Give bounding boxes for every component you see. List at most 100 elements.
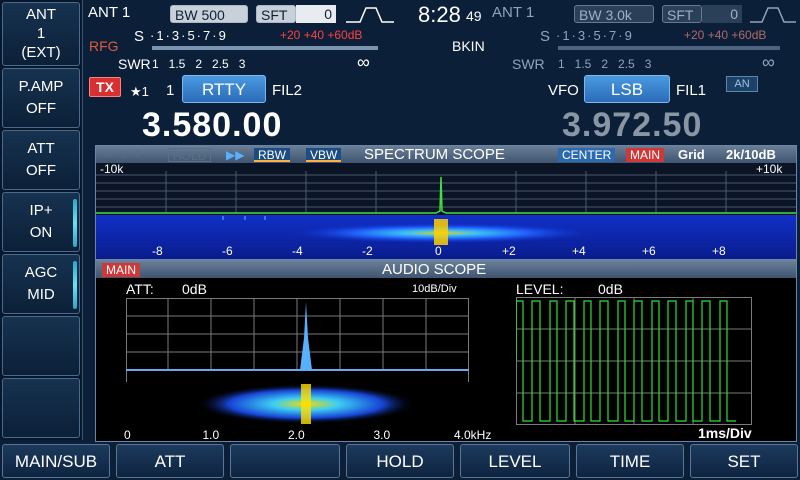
center-mode-indicator: CENTER xyxy=(558,148,616,162)
sub-s-plus-scale: +20 +40 +60dB xyxy=(684,28,767,42)
clock-time: 8:28 xyxy=(418,2,461,27)
sub-swr-infinity: ∞ xyxy=(762,52,775,72)
sub-swr-scale: 1 1.5 2 2.5 3 xyxy=(558,57,652,71)
left-function-panel: ANT 1 (EXT) P.AMP OFF ATT OFF IP+ ON AGC… xyxy=(0,0,83,440)
agc-label: AGC xyxy=(24,264,58,281)
main-sft-value[interactable]: 0 xyxy=(296,5,336,23)
att-side-value: OFF xyxy=(26,162,56,179)
level-label: LEVEL: xyxy=(516,281,564,297)
main-bw-box[interactable]: BW 500 xyxy=(170,5,248,23)
spectrum-tick-label: -8 xyxy=(152,244,163,258)
main-sft-label: SFT xyxy=(256,5,296,23)
hold-button[interactable]: HOLD xyxy=(346,444,454,478)
bw-label: BW xyxy=(579,7,602,23)
pamp-label: P.AMP xyxy=(18,78,64,95)
set-button[interactable]: SET xyxy=(690,444,798,478)
agc-button[interactable]: AGC MID xyxy=(2,254,80,314)
agc-value: MID xyxy=(27,286,55,303)
main-filter-label: FIL2 xyxy=(272,82,303,99)
vbw-indicator: VBW xyxy=(306,148,342,162)
sub-s-meter-bar xyxy=(558,46,780,50)
spectrum-tick-label: 0 xyxy=(435,244,442,258)
rfg-label: RFG xyxy=(89,38,119,54)
audio-title: AUDIO SCOPE xyxy=(382,261,487,278)
ant-label: ANT xyxy=(26,6,56,23)
main-s-scale: ·1·3·5·7·9 xyxy=(150,28,228,43)
an-indicator: AN xyxy=(726,76,758,92)
sub-s-label: S xyxy=(540,28,551,45)
bw-value: 500 xyxy=(201,7,225,23)
audio-scope[interactable]: MAIN AUDIO SCOPE ATT: 0dB 10dB/Div LEVEL… xyxy=(95,260,797,442)
scope-flags: M S T xyxy=(104,149,144,161)
sub-frequency[interactable]: 3.972.50 xyxy=(562,106,702,145)
sub-sft-value[interactable]: 0 xyxy=(702,5,742,23)
spectrum-title: SPECTRUM SCOPE xyxy=(364,146,505,163)
main-mode-button[interactable]: RTTY xyxy=(182,75,266,103)
spectrum-scope[interactable]: M S T HOLD ▶▶ RBW VBW SPECTRUM SCOPE CEN… xyxy=(95,145,797,260)
play-icon: ▶▶ xyxy=(226,148,245,162)
knob-edge-indicator xyxy=(73,261,77,309)
spectrum-tick-label: +6 xyxy=(642,244,656,258)
att-side-button[interactable]: ATT OFF xyxy=(2,130,80,190)
empty-side-button[interactable] xyxy=(2,378,80,438)
main-sub-button[interactable]: MAIN/SUB xyxy=(2,444,110,478)
sub-mode-button[interactable]: LSB xyxy=(584,75,670,103)
pamp-button[interactable]: P.AMP OFF xyxy=(2,68,80,128)
main-frequency[interactable]: 3.580.00 xyxy=(142,106,282,145)
spectrum-tick-label: +8 xyxy=(712,244,726,258)
audio-tick-label: 1.0 xyxy=(202,428,220,442)
spectrum-tick-label: -6 xyxy=(222,244,233,258)
empty-button[interactable] xyxy=(230,444,340,478)
spectrum-tick-label: +2 xyxy=(502,244,516,258)
ipplus-value: ON xyxy=(29,224,53,241)
sub-bw-box[interactable]: BW 3.0k xyxy=(574,5,654,23)
sub-ant: ANT 1 xyxy=(492,4,535,21)
memo-indicator: ★1 xyxy=(130,84,149,99)
grid-label: Grid xyxy=(678,147,705,162)
main-s-meter-bar xyxy=(152,46,378,50)
ipplus-button[interactable]: IP+ ON xyxy=(2,192,80,252)
main-filter-shape-icon xyxy=(346,7,394,23)
audio-main-indicator: MAIN xyxy=(102,263,140,277)
level-button[interactable]: LEVEL xyxy=(460,444,570,478)
oscilloscope-graph xyxy=(516,297,752,425)
sub-filter-shape-icon xyxy=(750,7,796,23)
mode-prefix: 1 xyxy=(166,82,175,99)
empty-side-button[interactable] xyxy=(2,316,80,376)
main-swr-scale: 1 1.5 2 2.5 3 xyxy=(152,57,246,71)
ant-ext: (EXT) xyxy=(21,44,61,61)
sub-s-scale: ·1·3·5·7·9 xyxy=(556,28,634,43)
spectrum-graph xyxy=(96,171,796,259)
ant-number: 1 xyxy=(36,25,46,42)
spectrum-tick-label: +4 xyxy=(572,244,586,258)
audio-att-value[interactable]: 0dB xyxy=(182,281,207,297)
main-swr-infinity: ∞ xyxy=(357,52,370,72)
audio-tick-label: 4.0kHz xyxy=(454,428,492,442)
spectrum-main-indicator: MAIN xyxy=(626,148,664,162)
span-label: 2k/10dB xyxy=(726,147,776,162)
att-side-label: ATT xyxy=(27,140,55,157)
hold-indicator: HOLD xyxy=(168,148,212,163)
main-ant: ANT 1 xyxy=(88,4,131,21)
bw-label: BW xyxy=(175,7,198,23)
level-value[interactable]: 0dB xyxy=(598,281,623,297)
audio-tick-label: 0 xyxy=(124,428,131,442)
audio-db-div: 10dB/Div xyxy=(412,283,457,295)
bw-value: 3.0k xyxy=(605,7,632,23)
spectrum-tick-label: -2 xyxy=(362,244,373,258)
tx-indicator: TX xyxy=(89,77,121,97)
main-swr-label: SWR xyxy=(118,56,151,72)
ant-button[interactable]: ANT 1 (EXT) xyxy=(2,2,80,66)
sub-sft-label: SFT xyxy=(662,5,702,23)
ipplus-label: IP+ xyxy=(29,202,53,219)
knob-edge-indicator xyxy=(73,199,77,247)
clock-seconds: 49 xyxy=(466,8,482,24)
att-button[interactable]: ATT xyxy=(116,444,224,478)
vfo-label: VFO xyxy=(548,82,579,99)
rbw-indicator: RBW xyxy=(254,148,290,162)
main-s-label: S xyxy=(134,28,145,45)
audio-att-label: ATT: xyxy=(126,281,154,297)
spectrum-tick-label: -4 xyxy=(292,244,303,258)
audio-tick-label: 2.0 xyxy=(288,428,305,442)
time-button[interactable]: TIME xyxy=(576,444,684,478)
